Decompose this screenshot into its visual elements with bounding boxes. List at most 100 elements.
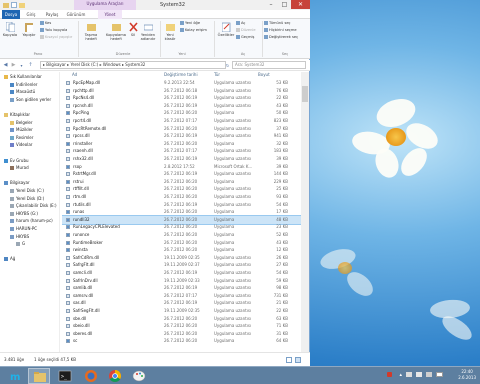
taskbar-item-paint[interactable]: [128, 368, 150, 384]
clock[interactable]: 22:40 2.6.2013: [458, 369, 476, 381]
open-button[interactable]: Aç: [236, 21, 245, 26]
nav-item[interactable]: G: [16, 241, 25, 247]
nav-item-icon: [10, 143, 14, 148]
refresh-icon[interactable]: ↻: [224, 62, 231, 69]
paste-shortcut-button[interactable]: Kısayol yapıştır: [40, 35, 72, 40]
nav-item[interactable]: İndirilenler: [10, 82, 37, 88]
invert-selection-button[interactable]: Değiştirerek seç: [264, 35, 298, 40]
tab-manage[interactable]: Yönet: [98, 10, 122, 19]
tab-view[interactable]: Görünüm: [64, 10, 88, 19]
column-header-name[interactable]: Ad: [72, 72, 77, 78]
taskbar-item-file-explorer[interactable]: [28, 368, 50, 384]
nav-item[interactable]: Son gidilen yerler: [10, 97, 51, 103]
file-row[interactable]: sc 26.7.2012 06:20 Uygulama 64 KB: [62, 337, 302, 345]
address-path[interactable]: ▸ Bilgisayar ▸ Yerel Disk (C:) ▸ Windows…: [40, 61, 226, 69]
tray-expand-icon[interactable]: ▴: [399, 372, 402, 378]
column-header-size[interactable]: Boyut: [258, 72, 270, 78]
new-folder-icon: [165, 24, 175, 31]
up-button[interactable]: ↑: [27, 62, 34, 69]
forward-button[interactable]: ▶: [10, 62, 17, 69]
nav-item[interactable]: Resimler: [10, 135, 33, 141]
select-all-button[interactable]: Tümünü seç: [264, 21, 291, 26]
nav-item[interactable]: Murad: [10, 165, 29, 171]
nav-item[interactable]: harum (harum-pc): [10, 218, 53, 224]
tab-file[interactable]: Dosya: [2, 10, 20, 19]
nav-item-icon: [10, 196, 14, 201]
flag-icon[interactable]: [406, 372, 412, 377]
column-header-type[interactable]: Tür: [214, 72, 220, 78]
paste-button[interactable]: Yapıştır: [20, 22, 38, 37]
properties-icon[interactable]: [11, 2, 17, 8]
copy-to-button[interactable]: Kopyalama hedefi: [104, 22, 128, 41]
dll-file-icon: [66, 187, 70, 192]
nav-item[interactable]: Müzikler: [10, 127, 33, 133]
nav-item[interactable]: Sık Kullanılanlar: [4, 74, 42, 80]
nav-item[interactable]: Yerel Disk (D:): [10, 196, 44, 202]
tray-app-icon[interactable]: [387, 372, 392, 377]
dll-file-icon: [66, 316, 70, 321]
dll-file-icon: [66, 278, 70, 283]
taskbar-item-chrome[interactable]: [104, 368, 126, 384]
copy-path-button[interactable]: Yolu kopyala: [40, 28, 67, 33]
nav-item[interactable]: HKYBS (G:): [10, 211, 38, 217]
minimize-button[interactable]: –: [264, 0, 278, 9]
nav-item-label: HKYBS (G:): [16, 210, 38, 216]
move-to-button[interactable]: Taşıma hedefi: [80, 22, 102, 41]
nav-item[interactable]: HARUN-PC: [10, 226, 37, 232]
nav-item[interactable]: Bilgisayar: [4, 180, 30, 186]
network-icon[interactable]: [416, 372, 422, 377]
vertical-scrollbar[interactable]: [301, 72, 309, 352]
dll-file-icon: [66, 134, 70, 139]
tab-home[interactable]: Giriş: [22, 10, 40, 19]
details-view-icon[interactable]: [286, 357, 292, 363]
nav-item[interactable]: Videolar: [10, 142, 32, 148]
nav-item[interactable]: Ağ: [4, 256, 15, 262]
nav-item[interactable]: Belgeler: [10, 120, 33, 126]
tab-share[interactable]: Paylaş: [42, 10, 62, 19]
new-folder-icon[interactable]: [19, 2, 25, 8]
application-icon: [66, 225, 70, 230]
close-button[interactable]: ✕: [291, 0, 310, 9]
clock-date: 2.6.2013: [458, 375, 476, 380]
group-select: Seç: [281, 52, 289, 56]
keyboard-icon[interactable]: [436, 372, 443, 377]
edit-button[interactable]: Düzenle: [236, 28, 256, 33]
ribbon-separator: [78, 21, 79, 57]
easy-access-button[interactable]: Kolay erişim: [180, 28, 207, 33]
nav-item[interactable]: Çıkarılabilir Disk (E:): [10, 203, 57, 209]
volume-icon[interactable]: [426, 372, 432, 377]
new-folder-button[interactable]: Yeni klasör: [162, 22, 178, 41]
history-button[interactable]: Geçmiş: [236, 35, 254, 40]
taskbar-item-start-hover[interactable]: m: [4, 368, 26, 384]
cut-button[interactable]: Kes: [40, 21, 51, 26]
scroll-thumb[interactable]: [302, 86, 308, 102]
nav-item[interactable]: Yerel Disk (C:): [10, 188, 44, 194]
copy-button[interactable]: Kopyala: [2, 22, 18, 37]
large-icons-view-icon[interactable]: [295, 357, 301, 363]
copy-to-icon: [111, 24, 121, 31]
taskbar-item-firefox[interactable]: [80, 368, 102, 384]
maximize-button[interactable]: □: [278, 0, 291, 9]
nav-item-icon: [10, 82, 14, 87]
taskbar-item-command-prompt[interactable]: >_: [54, 368, 76, 384]
search-input[interactable]: Ara: System32: [232, 61, 306, 69]
dll-file-icon: [66, 103, 70, 108]
nav-item[interactable]: HKYBS: [10, 234, 29, 240]
nav-item-icon: [10, 189, 14, 193]
nav-item[interactable]: Kitaplıklar: [4, 112, 30, 118]
application-icon: [66, 210, 70, 215]
recent-dropdown-icon[interactable]: ▾: [18, 62, 25, 69]
column-header-date[interactable]: Değiştirme tarihi: [164, 72, 198, 78]
properties-button[interactable]: Özellikler: [216, 22, 236, 37]
title-bar[interactable]: Uygulama Araçları System32 – □ ✕: [0, 0, 310, 10]
delete-button[interactable]: Sil: [128, 22, 138, 37]
rename-button[interactable]: Yeniden adlandır: [138, 22, 158, 41]
select-none-button[interactable]: Hiçbirini seçme: [264, 28, 297, 33]
context-tab-app-tools[interactable]: Uygulama Araçları: [74, 0, 136, 10]
new-item-button[interactable]: Yeni öğe: [180, 21, 200, 26]
back-button[interactable]: ◀: [2, 62, 9, 69]
nav-item[interactable]: Ev Grubu: [4, 158, 29, 164]
invert-selection-icon: [264, 35, 268, 39]
copy-path-label: Yolu kopyala: [45, 28, 68, 32]
nav-item[interactable]: Masaüstü: [10, 89, 35, 95]
